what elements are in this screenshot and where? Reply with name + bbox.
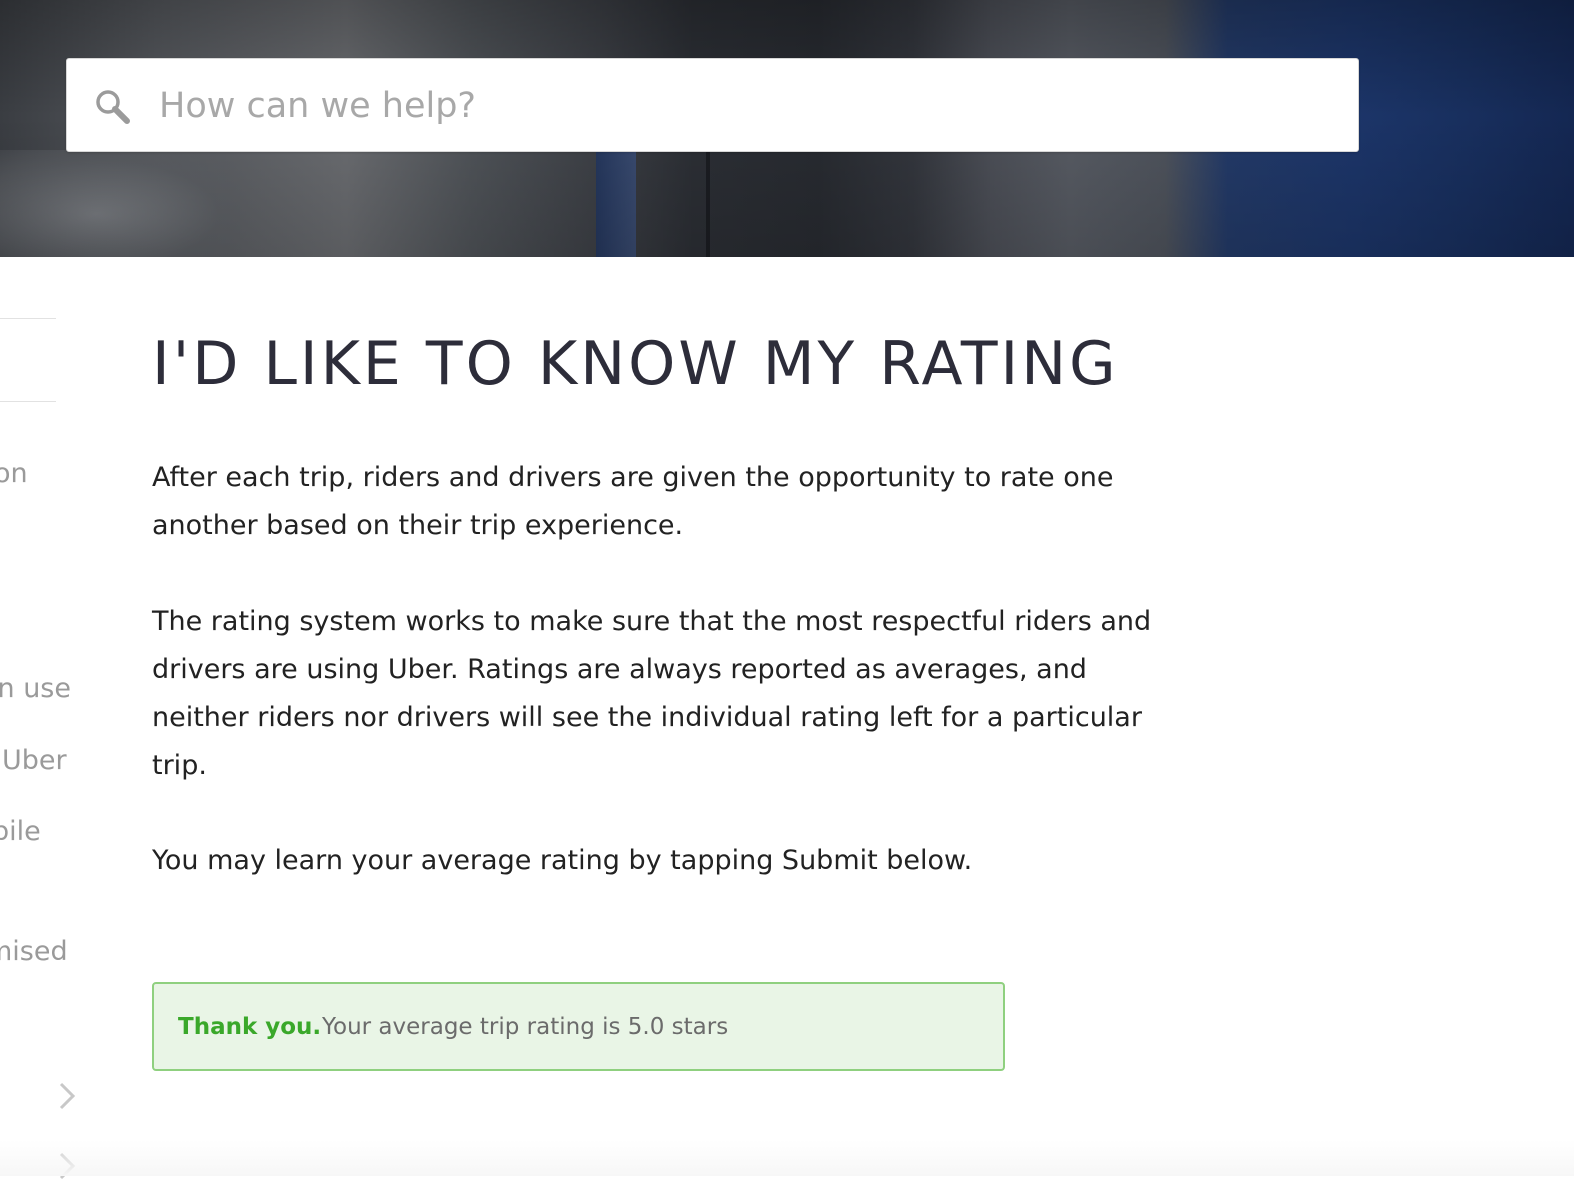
sidebar-item[interactable]: in use — [0, 673, 71, 705]
alert-rating-message: Your average trip rating is 5.0 stars — [322, 1014, 729, 1040]
search-box[interactable] — [66, 58, 1359, 152]
chevron-right-icon[interactable] — [56, 1080, 78, 1112]
rating-result-alert: Thank you. Your average trip rating is 5… — [152, 982, 1005, 1071]
sidebar-item[interactable]: Uber — [2, 745, 67, 777]
search-icon — [96, 90, 130, 124]
article-paragraph: After each trip, riders and drivers are … — [152, 462, 1114, 541]
alert-thank-you: Thank you. — [178, 1014, 322, 1040]
sidebar-item[interactable]: bile — [0, 816, 41, 848]
search-input[interactable] — [159, 77, 1309, 135]
sidebar-item[interactable]: mised — [0, 936, 68, 968]
hero-banner — [0, 0, 1574, 257]
article-paragraph: The rating system works to make sure tha… — [152, 606, 1152, 781]
sidebar-item[interactable]: on — [0, 458, 28, 490]
page-title: I'D LIKE TO KNOW MY RATING — [152, 329, 1119, 399]
bottom-fade — [0, 1140, 1574, 1176]
sidebar-divider — [0, 318, 56, 319]
sidebar-divider — [0, 401, 56, 402]
article-paragraph: You may learn your average rating by tap… — [152, 845, 973, 876]
